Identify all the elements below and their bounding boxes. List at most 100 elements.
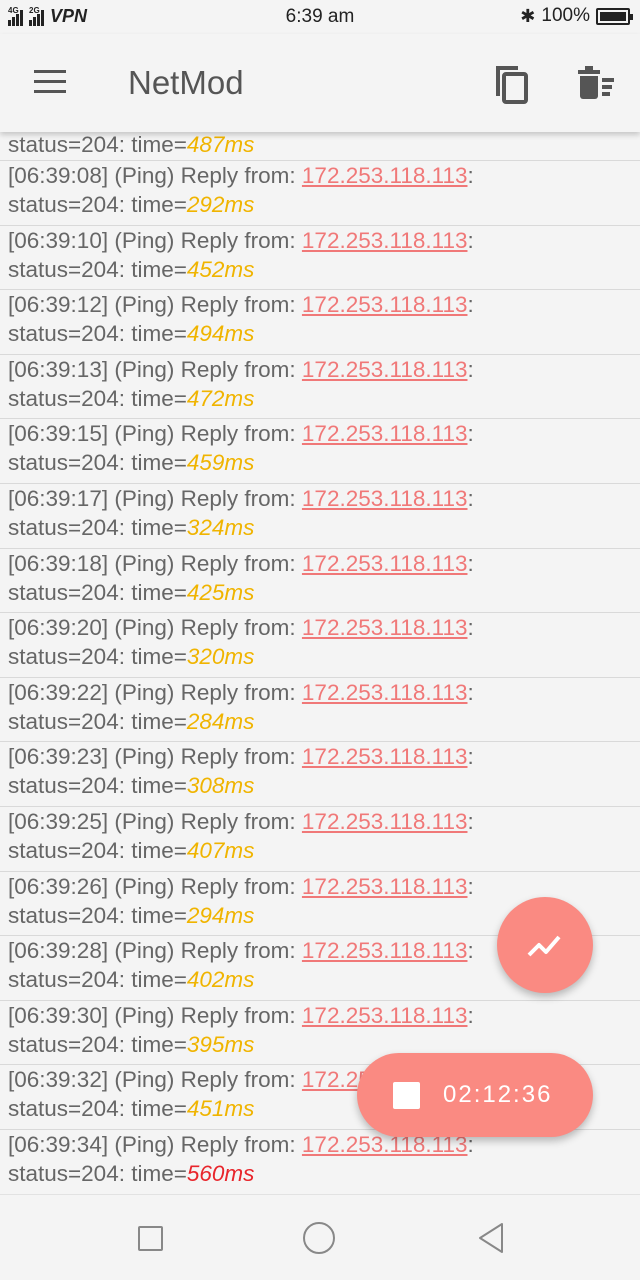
log-timestamp: [06:39:18]	[8, 550, 109, 576]
log-ip-link[interactable]: 172.253.118.113	[302, 744, 468, 769]
stop-timer-button[interactable]: 02:12:36	[357, 1053, 593, 1137]
log-ip-link[interactable]: 172.253.118.113	[302, 874, 468, 899]
delete-sweep-icon[interactable]	[574, 62, 618, 106]
log-colon: :	[467, 163, 474, 188]
log-latency: 284ms	[186, 708, 255, 734]
log-ip-link[interactable]: 172.253.118.113	[302, 615, 468, 640]
log-colon: :	[467, 744, 474, 770]
log-colon: :	[467, 356, 474, 382]
log-entry: [06:39:22] (Ping) Reply from: 172.253.11…	[0, 678, 640, 743]
hamburger-menu-icon[interactable]	[26, 64, 74, 104]
log-ip-link[interactable]: 172.253.118.113	[302, 1003, 468, 1028]
status-bar: 4G 2G VPN 6:39 am ✱ 100%	[0, 0, 640, 34]
log-timestamp: [06:39:12]	[8, 292, 109, 318]
log-latency: 395ms	[186, 1031, 255, 1057]
log-timestamp: [06:39:26]	[8, 873, 109, 899]
home-icon[interactable]	[303, 1222, 335, 1254]
log-colon: :	[467, 227, 474, 253]
trending-chart-icon	[527, 935, 561, 957]
log-latency: 407ms	[186, 837, 255, 863]
log-ip-link[interactable]: 172.253.118.113	[302, 357, 468, 382]
log-status: status=204: time=	[8, 1160, 187, 1186]
log-status: status=204: time=	[8, 967, 187, 993]
log-status: status=204: time=	[8, 1096, 187, 1122]
log-latency: 459ms	[186, 450, 255, 476]
log-timestamp: [06:39:17]	[8, 485, 109, 511]
navigation-bar	[0, 1194, 640, 1280]
log-prefix: (Ping) Reply from:	[114, 873, 302, 899]
log-prefix: (Ping) Reply from:	[114, 938, 302, 964]
log-ip-link[interactable]: 172.253.118.113	[302, 292, 468, 317]
log-colon: :	[467, 615, 474, 641]
log-timestamp: [06:39:10]	[8, 227, 109, 253]
log-ip-link[interactable]: 172.253.118.113	[302, 938, 468, 963]
log-prefix: (Ping) Reply from:	[114, 356, 302, 382]
log-latency: 402ms	[186, 967, 255, 993]
log-status: status=204: time=	[8, 385, 187, 411]
log-latency: 487ms	[186, 132, 255, 157]
log-ip-link[interactable]: 172.253.118.113	[302, 228, 468, 253]
app-bar: NetMod	[0, 34, 640, 132]
log-latency: 292ms	[186, 192, 255, 217]
log-prefix: (Ping) Reply from:	[114, 163, 302, 188]
log-latency: 324ms	[186, 514, 255, 540]
log-status: status=204: time=	[8, 579, 187, 605]
recent-apps-icon[interactable]	[138, 1226, 163, 1251]
log-latency: 494ms	[186, 321, 255, 347]
log-colon: :	[467, 808, 474, 834]
ping-log-list[interactable]: status=204: time=487ms [06:39:08] (Ping)…	[0, 132, 640, 1194]
log-latency: 320ms	[186, 644, 255, 670]
log-ip-link[interactable]: 172.253.118.113	[302, 551, 468, 576]
log-entry: [06:39:18] (Ping) Reply from: 172.253.11…	[0, 549, 640, 614]
stop-icon	[393, 1082, 420, 1109]
log-prefix: (Ping) Reply from:	[114, 744, 302, 770]
log-ip-link[interactable]: 172.253.118.113	[302, 421, 468, 446]
log-status: status=204: time=	[8, 902, 187, 928]
log-ip-link[interactable]: 172.253.118.113	[302, 486, 468, 511]
copy-icon[interactable]	[490, 60, 534, 108]
log-entry: [06:39:17] (Ping) Reply from: 172.253.11…	[0, 484, 640, 549]
log-prefix: (Ping) Reply from:	[114, 1002, 302, 1028]
log-status: status=204: time=	[8, 450, 187, 476]
log-entry: [06:39:25] (Ping) Reply from: 172.253.11…	[0, 807, 640, 872]
log-colon: :	[467, 421, 474, 447]
bluetooth-icon: ✱	[520, 5, 536, 26]
app-title: NetMod	[128, 64, 244, 101]
log-timestamp: [06:39:34]	[8, 1131, 109, 1157]
log-status: status=204: time=	[8, 837, 187, 863]
log-ip-link[interactable]: 172.253.118.113	[302, 680, 468, 705]
log-prefix: (Ping) Reply from:	[114, 1131, 302, 1157]
log-colon: :	[467, 550, 474, 576]
log-colon: :	[467, 938, 474, 964]
log-latency: 560ms	[186, 1160, 255, 1186]
log-entry: [06:39:12] (Ping) Reply from: 172.253.11…	[0, 290, 640, 355]
battery-icon	[596, 7, 633, 25]
log-ip-link[interactable]: 172.253.118.113	[302, 809, 468, 834]
log-prefix: (Ping) Reply from:	[114, 550, 302, 576]
log-prefix: (Ping) Reply from:	[114, 227, 302, 253]
log-entry: [06:39:23] (Ping) Reply from: 172.253.11…	[0, 742, 640, 807]
log-status: status=204: time=	[8, 773, 187, 799]
log-colon: :	[467, 679, 474, 705]
log-status: status=204: time=	[8, 708, 187, 734]
log-colon: :	[467, 292, 474, 318]
battery-percent: 100%	[541, 5, 590, 26]
log-timestamp: [06:39:28]	[8, 938, 109, 964]
log-entry: [06:39:13] (Ping) Reply from: 172.253.11…	[0, 355, 640, 420]
elapsed-timer: 02:12:36	[443, 1081, 553, 1108]
back-icon[interactable]	[476, 1221, 506, 1255]
log-entry: [06:39:08] (Ping) Reply from: 172.253.11…	[0, 161, 640, 226]
log-timestamp: [06:39:25]	[8, 808, 109, 834]
log-timestamp: [06:39:15]	[8, 421, 109, 447]
log-entry: [06:39:10] (Ping) Reply from: 172.253.11…	[0, 226, 640, 291]
log-status: status=204: time=	[8, 132, 187, 157]
graph-fab-button[interactable]	[497, 897, 593, 993]
log-timestamp: [06:39:20]	[8, 615, 109, 641]
log-prefix: (Ping) Reply from:	[114, 1067, 302, 1093]
log-prefix: (Ping) Reply from:	[114, 808, 302, 834]
log-timestamp: [06:39:13]	[8, 356, 109, 382]
log-entry: [06:39:20] (Ping) Reply from: 172.253.11…	[0, 613, 640, 678]
log-status: status=204: time=	[8, 1031, 187, 1057]
log-ip-link[interactable]: 172.253.118.113	[302, 163, 468, 188]
log-status: status=204: time=	[8, 192, 187, 217]
